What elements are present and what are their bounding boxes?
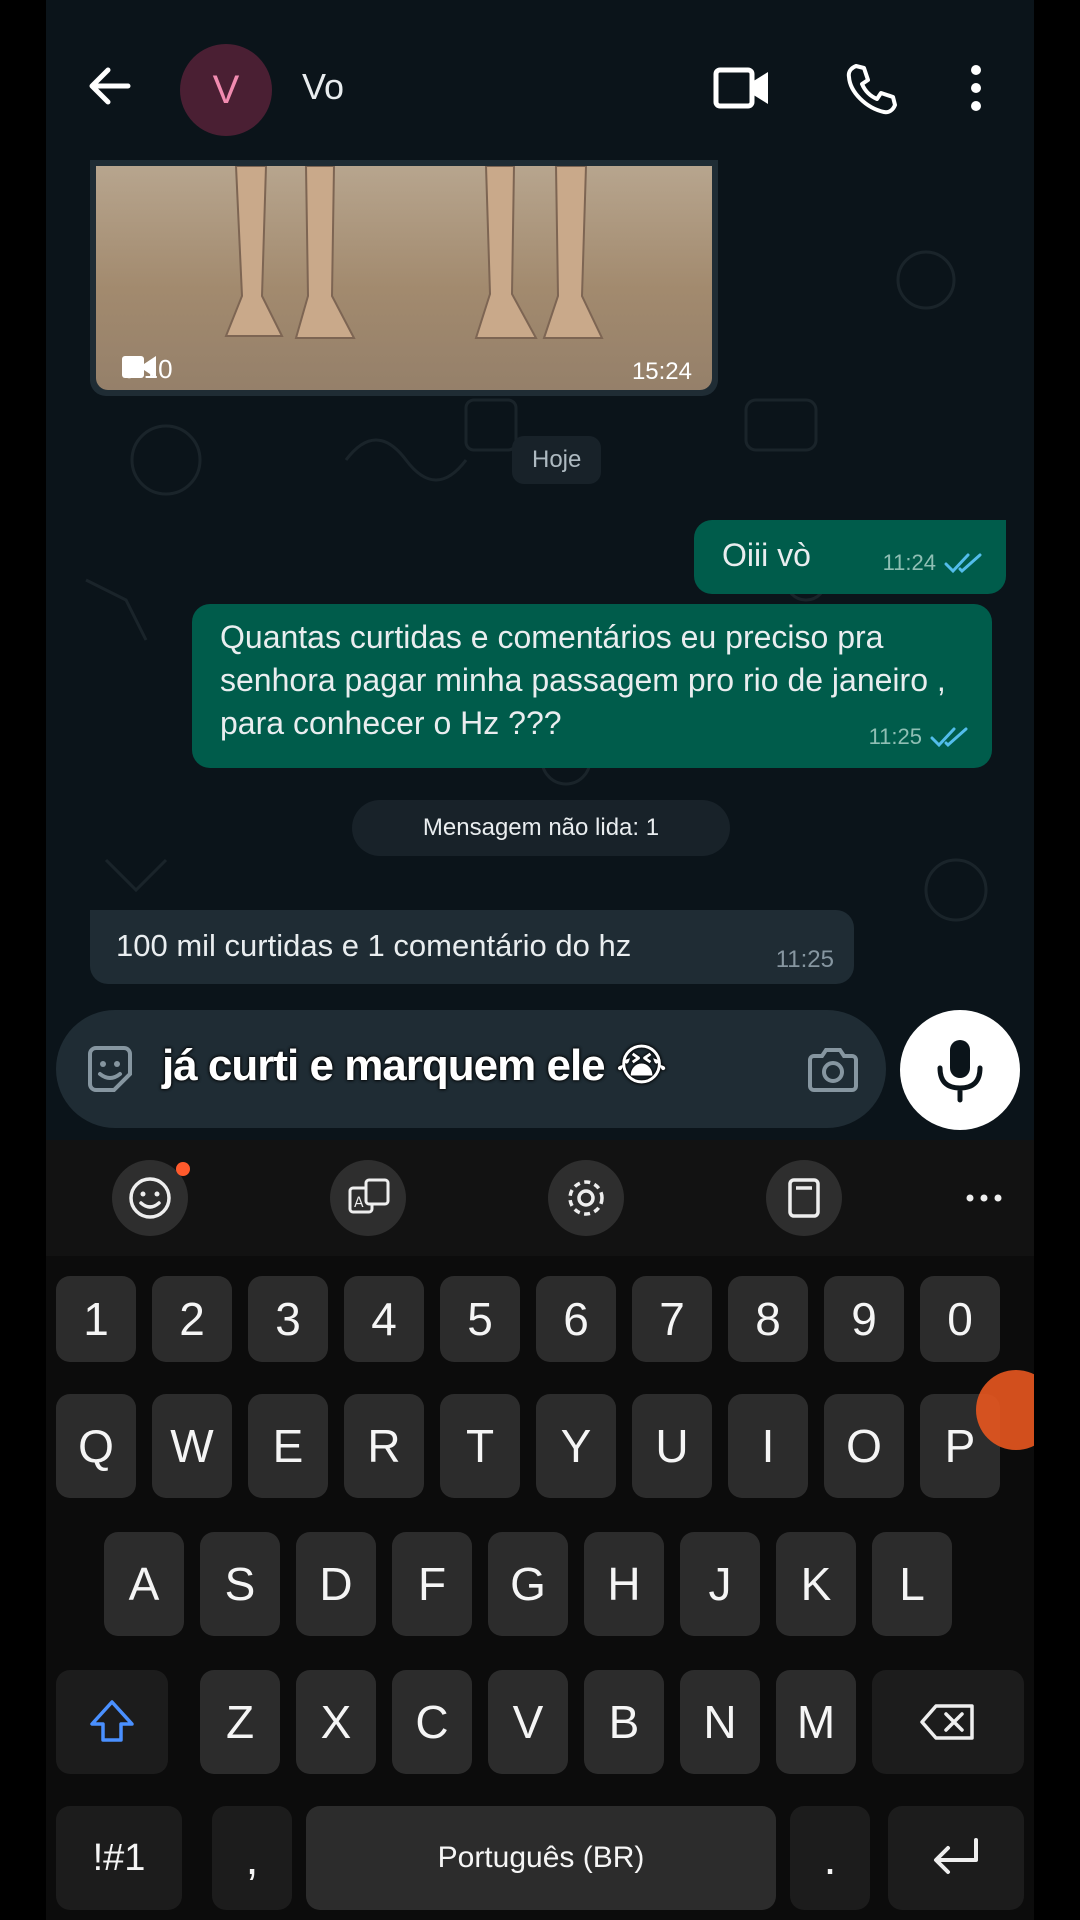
space-bar[interactable]: Português (BR): [306, 1806, 776, 1910]
key-9[interactable]: 9: [824, 1276, 904, 1362]
key-4[interactable]: 4: [344, 1276, 424, 1362]
key-z[interactable]: Z: [200, 1670, 280, 1774]
message-time: 11:25: [868, 724, 922, 749]
symbols-key[interactable]: !#1: [56, 1806, 182, 1910]
key-a[interactable]: A: [104, 1532, 184, 1636]
unread-messages-indicator: Mensagem não lida: 1: [352, 800, 730, 856]
key-6[interactable]: 6: [536, 1276, 616, 1362]
message-meta: 11:25: [869, 715, 970, 758]
comma-key[interactable]: ,: [212, 1806, 292, 1910]
key-c[interactable]: C: [392, 1670, 472, 1774]
outgoing-message[interactable]: Quantas curtidas e comentários eu precis…: [192, 604, 992, 768]
key-u[interactable]: U: [632, 1394, 712, 1498]
svg-text:A: A: [354, 1195, 364, 1211]
video-call-icon[interactable]: [712, 62, 772, 114]
shift-key[interactable]: [56, 1670, 168, 1774]
key-5[interactable]: 5: [440, 1276, 520, 1362]
shift-arrow-icon: [90, 1700, 134, 1742]
phone-call-icon[interactable]: [842, 60, 898, 116]
avatar-letter: V: [212, 67, 240, 112]
sticker-icon[interactable]: [84, 1044, 136, 1096]
backspace-key[interactable]: [872, 1670, 1024, 1774]
keyboard-toolbar: A: [46, 1140, 1034, 1256]
message-time: 11:25: [775, 946, 834, 973]
key-g[interactable]: G: [488, 1532, 568, 1636]
keyboard: 1 2 3 4 5 6 7 8 9 0 Q W E R T Y U I O P …: [46, 1256, 1034, 1920]
key-f[interactable]: F: [392, 1532, 472, 1636]
video-camera-icon: [122, 356, 156, 378]
phone-screen: V Vo 15:24 Hoje Oiii vò 11:24 Quantas cu…: [46, 0, 1034, 1920]
message-composer[interactable]: já curti e marquem ele 😭: [56, 1010, 886, 1128]
gear-icon[interactable]: [548, 1160, 624, 1236]
key-s[interactable]: S: [200, 1532, 280, 1636]
clipboard-icon[interactable]: [766, 1160, 842, 1236]
key-w[interactable]: W: [152, 1394, 232, 1498]
outgoing-message[interactable]: Oiii vò 11:24: [694, 520, 1006, 594]
message-time: 11:24: [882, 550, 936, 575]
key-e[interactable]: E: [248, 1394, 328, 1498]
microphone-icon: [937, 1040, 983, 1103]
video-duration: 0:10: [122, 354, 173, 385]
message-text: 100 mil curtidas e 1 comentário do hz: [116, 928, 632, 963]
key-k[interactable]: K: [776, 1532, 856, 1636]
message-meta: 11:24: [883, 541, 984, 584]
key-b[interactable]: B: [584, 1670, 664, 1774]
video-message[interactable]: 0:10 15:24: [90, 160, 718, 396]
contact-name[interactable]: Vo: [302, 66, 344, 108]
enter-key[interactable]: [888, 1806, 1024, 1910]
backspace-icon: [920, 1704, 974, 1740]
key-m[interactable]: M: [776, 1670, 856, 1774]
incoming-message[interactable]: 100 mil curtidas e 1 comentário do hz 11…: [90, 910, 854, 984]
read-ticks-icon: [944, 553, 982, 573]
key-t[interactable]: T: [440, 1394, 520, 1498]
chat-area[interactable]: 0:10 15:24 Hoje Oiii vò 11:24 Quantas cu…: [46, 160, 1034, 1140]
key-x[interactable]: X: [296, 1670, 376, 1774]
key-h[interactable]: H: [584, 1532, 664, 1636]
video-thumbnail[interactable]: 0:10 15:24: [96, 166, 712, 390]
key-2[interactable]: 2: [152, 1276, 232, 1362]
contact-avatar[interactable]: V: [180, 44, 272, 136]
message-text: Oiii vò: [722, 537, 811, 573]
video-timestamp: 15:24: [631, 358, 692, 385]
caption-overlay-text: já curti e marquem ele 😭: [162, 1041, 667, 1090]
more-icon[interactable]: [946, 1160, 1022, 1236]
enter-arrow-icon: [934, 1838, 978, 1874]
key-r[interactable]: R: [344, 1394, 424, 1498]
read-ticks-icon: [930, 727, 968, 747]
microphone-button[interactable]: [900, 1010, 1020, 1130]
key-d[interactable]: D: [296, 1532, 376, 1636]
key-o[interactable]: O: [824, 1394, 904, 1498]
chat-header: V Vo: [46, 0, 1034, 160]
camera-icon[interactable]: [806, 1046, 860, 1094]
key-3[interactable]: 3: [248, 1276, 328, 1362]
key-8[interactable]: 8: [728, 1276, 808, 1362]
more-options-icon[interactable]: [964, 62, 988, 114]
key-j[interactable]: J: [680, 1532, 760, 1636]
key-n[interactable]: N: [680, 1670, 760, 1774]
message-text: Quantas curtidas e comentários eu precis…: [220, 619, 946, 741]
period-key[interactable]: .: [790, 1806, 870, 1910]
key-y[interactable]: Y: [536, 1394, 616, 1498]
key-i[interactable]: I: [728, 1394, 808, 1498]
key-v[interactable]: V: [488, 1670, 568, 1774]
key-0[interactable]: 0: [920, 1276, 1000, 1362]
translate-icon[interactable]: A: [330, 1160, 406, 1236]
date-separator: Hoje: [512, 436, 602, 484]
key-7[interactable]: 7: [632, 1276, 712, 1362]
key-1[interactable]: 1: [56, 1276, 136, 1362]
key-q[interactable]: Q: [56, 1394, 136, 1498]
back-arrow-icon[interactable]: [82, 58, 138, 114]
notification-dot: [176, 1162, 190, 1176]
key-l[interactable]: L: [872, 1532, 952, 1636]
